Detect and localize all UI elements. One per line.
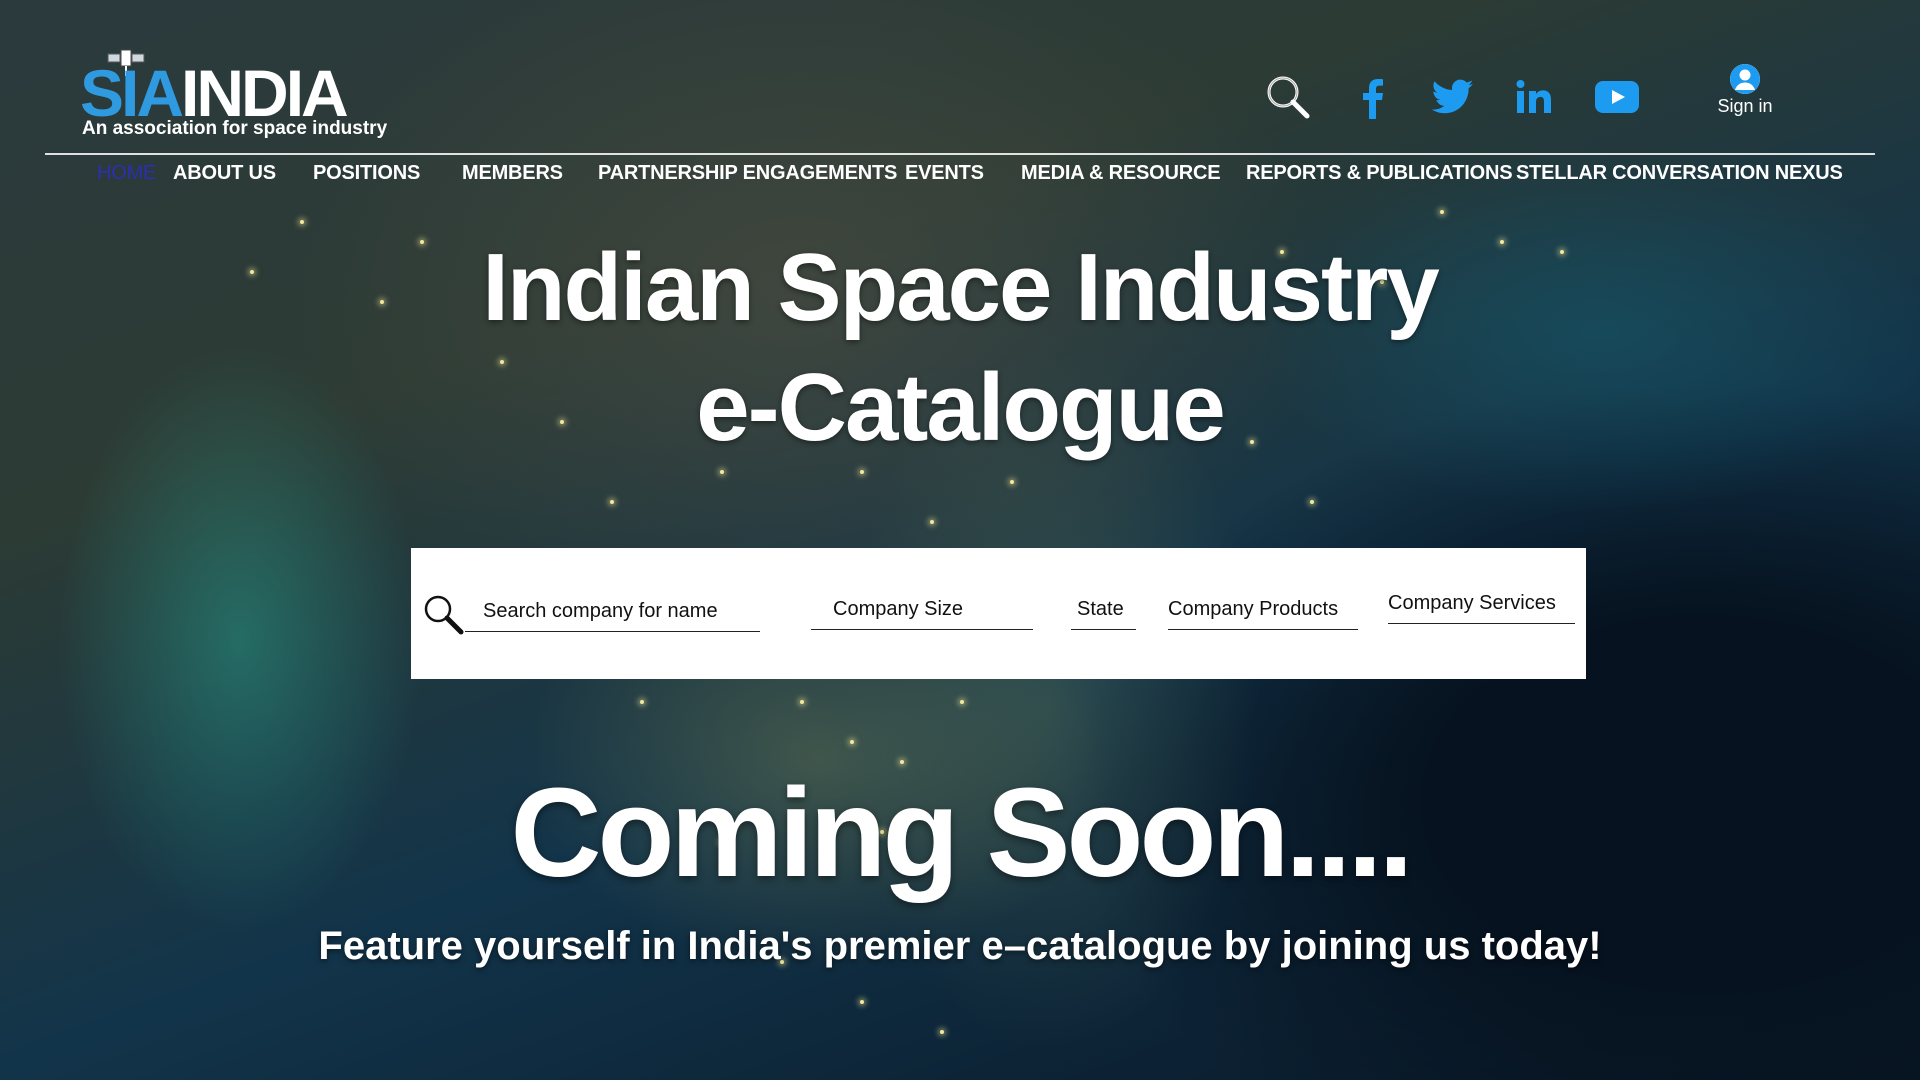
nav-item-reports-publications[interactable]: REPORTS & PUBLICATIONS bbox=[1246, 162, 1513, 185]
search-icon bbox=[424, 595, 464, 635]
search-icon[interactable] bbox=[1263, 72, 1313, 122]
coming-soon-heading: Coming Soon.... bbox=[510, 762, 1414, 903]
main-nav: HOME ABOUT US POSITIONS MEMBERS PARTNERS… bbox=[0, 162, 1920, 192]
nav-item-events[interactable]: EVENTS bbox=[905, 162, 984, 185]
company-services-filter[interactable]: Company Services bbox=[1388, 592, 1575, 624]
logo-tagline: An association for space industry bbox=[82, 118, 388, 139]
page-title-line-2: e-Catalogue bbox=[696, 354, 1225, 461]
catalogue-search-panel: Search company for name Company Size Sta… bbox=[411, 548, 1586, 679]
nav-item-home[interactable]: HOME bbox=[97, 162, 156, 185]
page-title-line-1: Indian Space Industry bbox=[482, 234, 1440, 341]
header-divider bbox=[45, 153, 1875, 155]
logo-wordmark: SIAINDIA bbox=[80, 56, 349, 130]
join-tagline: Feature yourself in India's premier e–ca… bbox=[318, 924, 1602, 968]
facebook-icon[interactable] bbox=[1347, 72, 1397, 122]
nav-item-media-resource[interactable]: MEDIA & RESOURCE bbox=[1021, 162, 1221, 185]
page-title: Indian Space Industry e-Catalogue bbox=[0, 228, 1920, 468]
sign-in-button[interactable]: Sign in bbox=[1710, 64, 1780, 117]
nav-item-about-us[interactable]: ABOUT US bbox=[173, 162, 276, 185]
twitter-icon[interactable] bbox=[1428, 72, 1478, 122]
nav-item-positions[interactable]: POSITIONS bbox=[313, 162, 420, 185]
state-filter[interactable]: State bbox=[1071, 598, 1136, 630]
user-avatar-icon bbox=[1730, 64, 1760, 94]
site-logo[interactable]: SIAINDIA An association for space indust… bbox=[80, 44, 387, 144]
nav-item-members[interactable]: MEMBERS bbox=[462, 162, 563, 185]
company-products-filter[interactable]: Company Products bbox=[1168, 598, 1358, 630]
sign-in-label: Sign in bbox=[1717, 96, 1773, 116]
nav-item-partnership-engagements[interactable]: PARTNERSHIP ENGAGEMENTS bbox=[598, 162, 897, 185]
youtube-icon[interactable] bbox=[1592, 72, 1642, 122]
linkedin-icon[interactable] bbox=[1510, 72, 1560, 122]
company-name-search-input[interactable]: Search company for name bbox=[465, 600, 760, 632]
company-size-filter[interactable]: Company Size bbox=[811, 598, 1033, 630]
nav-item-stellar-conversation-nexus[interactable]: STELLAR CONVERSATION NEXUS bbox=[1516, 162, 1843, 185]
